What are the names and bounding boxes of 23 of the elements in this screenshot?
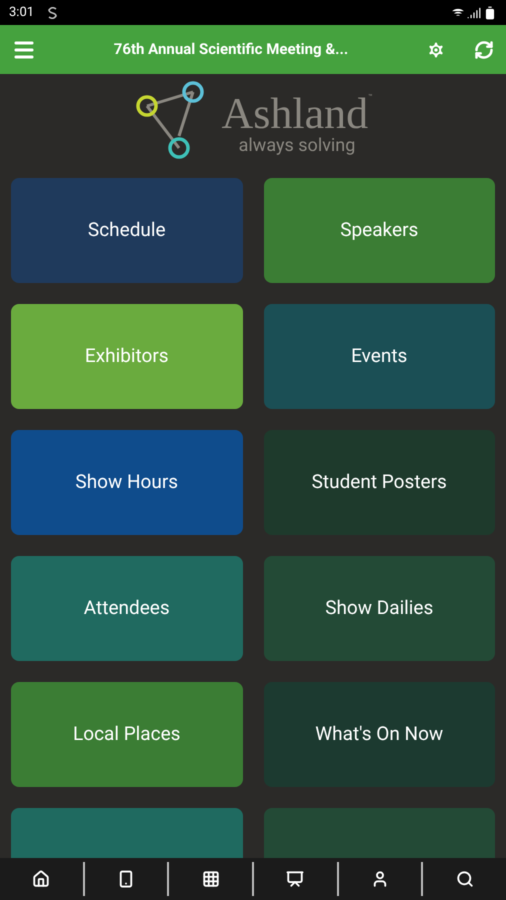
battery-icon bbox=[483, 6, 497, 20]
status-time: 3:01 bbox=[9, 4, 34, 22]
easel-icon bbox=[286, 870, 304, 888]
logo-tagline: always solving bbox=[238, 136, 356, 156]
settings-button[interactable] bbox=[426, 40, 446, 60]
menu-tile[interactable]: What's On Now bbox=[264, 682, 495, 787]
logo-name: Ashland bbox=[221, 92, 368, 136]
grid-icon bbox=[202, 870, 220, 888]
search-icon bbox=[456, 870, 474, 888]
home-icon bbox=[32, 870, 50, 888]
menu-tile[interactable]: Events bbox=[264, 304, 495, 409]
menu-tile[interactable]: Speakers bbox=[264, 178, 495, 283]
signal-icon bbox=[467, 6, 481, 20]
refresh-button[interactable] bbox=[474, 40, 494, 60]
menu-tile[interactable]: Local Places bbox=[11, 682, 242, 787]
menu-tile[interactable]: Attendees bbox=[11, 556, 242, 661]
phone-icon bbox=[117, 870, 135, 888]
menu-tile[interactable]: Show Hours bbox=[11, 430, 242, 535]
menu-tile[interactable]: Show Dailies bbox=[264, 556, 495, 661]
app-notification-icon bbox=[48, 6, 58, 18]
menu-tile[interactable]: Schedule bbox=[11, 178, 242, 283]
menu-tile[interactable]: Student Posters bbox=[264, 430, 495, 535]
app-title: 76th Annual Scientific Meeting &... bbox=[112, 39, 350, 60]
